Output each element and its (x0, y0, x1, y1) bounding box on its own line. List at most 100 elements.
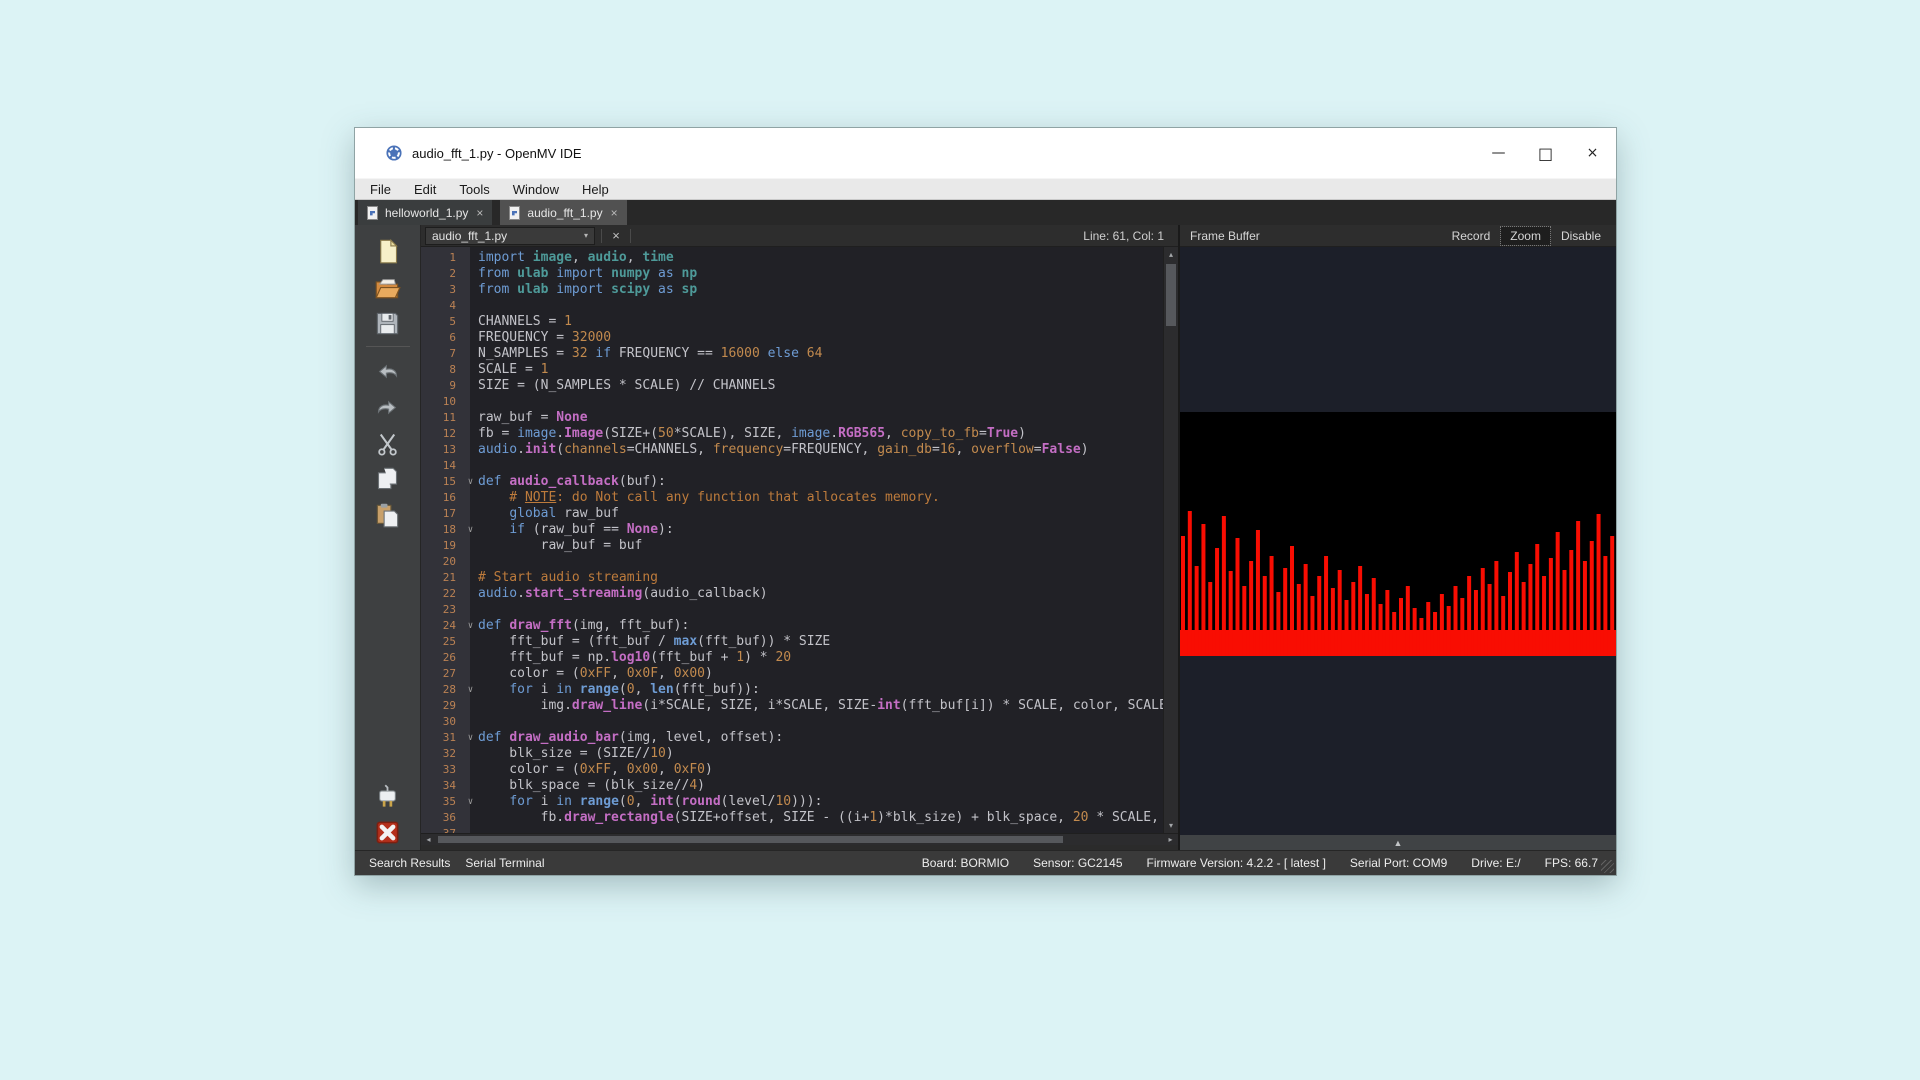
status-sensor: Sensor: GC2145 (1033, 856, 1122, 870)
frame-buffer-pane: Frame Buffer RecordZoomDisable ▲ (1180, 225, 1616, 850)
line-number: 6 (421, 330, 463, 346)
editor-pane: audio_fft_1.py ▾ × Line: 61, Col: 1 1imp… (421, 225, 1178, 850)
scroll-left-arrow[interactable]: ◂ (421, 834, 436, 845)
stop-button[interactable] (368, 814, 408, 850)
zoom-button[interactable]: Zoom (1501, 227, 1550, 245)
new-file-button[interactable] (368, 233, 408, 269)
tab-label: helloworld_1.py (385, 206, 468, 220)
tab-bar: helloworld_1.py×audio_fft_1.py× (355, 200, 1616, 225)
fold-marker-icon (463, 762, 478, 778)
paste-icon (374, 502, 401, 529)
code-text: blk_size = (SIZE//10) (478, 746, 674, 762)
copy-button[interactable] (368, 461, 408, 497)
code-text: CHANNELS = 1 (478, 314, 572, 330)
code-text: fb.draw_rectangle(SIZE+offset, SIZE - ((… (478, 810, 1159, 826)
file-selector-combo[interactable]: audio_fft_1.py ▾ (425, 227, 595, 245)
status-fps: FPS: 66.7 (1545, 856, 1598, 870)
status-firmware-version: Firmware Version: 4.2.2 - [ latest ] (1147, 856, 1326, 870)
vertical-scroll-thumb[interactable] (1166, 264, 1176, 326)
line-number: 10 (421, 394, 463, 410)
code-text: from ulab import scipy as sp (478, 282, 697, 298)
open-file-button[interactable] (368, 269, 408, 305)
save-file-button[interactable] (368, 305, 408, 341)
scroll-up-arrow[interactable]: ▴ (1164, 247, 1178, 262)
code-line: 1import image, audio, time (421, 250, 1163, 266)
record-button[interactable]: Record (1443, 227, 1500, 245)
horizontal-scroll-track[interactable] (436, 834, 1163, 845)
cut-icon (374, 430, 401, 457)
code-line: 28∨ for i in range(0, len(fft_buf)): (421, 682, 1163, 698)
undo-button[interactable] (368, 353, 408, 389)
editor-vertical-scrollbar[interactable]: ▴ ▾ (1163, 247, 1178, 833)
fold-marker-icon (463, 394, 478, 410)
fold-marker-icon (463, 282, 478, 298)
code-line: 20 (421, 554, 1163, 570)
vertical-scroll-track[interactable] (1164, 262, 1178, 818)
fold-marker-icon (463, 378, 478, 394)
close-button[interactable]: × (1569, 128, 1616, 178)
code-line: 25 fft_buf = (fft_buf / max(fft_buf)) * … (421, 634, 1163, 650)
disable-button[interactable]: Disable (1552, 227, 1610, 245)
fold-marker-icon[interactable]: ∨ (463, 522, 478, 538)
code-line: 14 (421, 458, 1163, 474)
status-serial-terminal[interactable]: Serial Terminal (465, 856, 544, 870)
code-line: 29 img.draw_line(i*SCALE, SIZE, i*SCALE,… (421, 698, 1163, 714)
fold-marker-icon[interactable]: ∨ (463, 730, 478, 746)
fold-marker-icon[interactable]: ∨ (463, 794, 478, 810)
fold-marker-icon[interactable]: ∨ (463, 474, 478, 490)
app-window: audio_fft_1.py - OpenMV IDE — □ × File Ed… (355, 128, 1616, 875)
cut-button[interactable] (368, 425, 408, 461)
status-right-group: Board: BORMIOSensor: GC2145Firmware Vers… (922, 856, 1598, 870)
code-area[interactable]: 1import image, audio, time2from ulab imp… (421, 247, 1163, 833)
code-text: if (raw_buf == None): (478, 522, 674, 538)
close-editor-button[interactable]: × (608, 228, 624, 243)
maximize-button[interactable]: □ (1522, 128, 1569, 178)
code-line: 36 fb.draw_rectangle(SIZE+offset, SIZE -… (421, 810, 1163, 826)
panel-expander[interactable]: ▲ (1180, 835, 1616, 850)
copy-icon (374, 466, 401, 493)
connect-button[interactable] (368, 778, 408, 814)
status-search-results[interactable]: Search Results (369, 856, 450, 870)
tab-audio_fft_1-py[interactable]: audio_fft_1.py× (500, 200, 626, 225)
tab-helloworld_1-py[interactable]: helloworld_1.py × (358, 200, 492, 225)
menu-item-window[interactable]: Window (510, 181, 562, 198)
code-text: global raw_buf (478, 506, 619, 522)
fft-image (1180, 412, 1616, 656)
fold-marker-icon (463, 410, 478, 426)
menu-item-help[interactable]: Help (579, 181, 612, 198)
paste-button[interactable] (368, 497, 408, 533)
code-text: fb = image.Image(SIZE+(50*SCALE), SIZE, … (478, 426, 1026, 442)
code-line: 6 FREQUENCY = 32000 (421, 330, 1163, 346)
scroll-down-arrow[interactable]: ▾ (1164, 818, 1178, 833)
minimize-button[interactable]: — (1475, 128, 1522, 178)
tab-close-icon[interactable]: × (611, 206, 618, 220)
code-line: 8SCALE = 1 (421, 362, 1163, 378)
fold-marker-icon (463, 298, 478, 314)
cursor-position: Line: 61, Col: 1 (1083, 229, 1164, 243)
line-number: 20 (421, 554, 463, 570)
line-number: 18 (421, 522, 463, 538)
menu-item-file[interactable]: File (367, 181, 394, 198)
editor-horizontal-scrollbar[interactable]: ◂ ▸ (421, 833, 1178, 845)
code-line: 7N_SAMPLES = 32 if FREQUENCY == 16000 el… (421, 346, 1163, 362)
line-number: 22 (421, 586, 463, 602)
menu-item-tools[interactable]: Tools (456, 181, 492, 198)
tab-close-icon[interactable]: × (476, 206, 483, 220)
code-text: FREQUENCY = 32000 (478, 330, 611, 346)
window-title: audio_fft_1.py - OpenMV IDE (412, 146, 582, 161)
code-text: for i in range(0, int(round(level/10))): (478, 794, 822, 810)
horizontal-scroll-thumb[interactable] (438, 836, 1063, 843)
code-text: def audio_callback(buf): (478, 474, 666, 490)
menu-item-edit[interactable]: Edit (411, 181, 439, 198)
fold-marker-icon[interactable]: ∨ (463, 682, 478, 698)
frame-buffer-title: Frame Buffer (1190, 229, 1441, 243)
line-number: 32 (421, 746, 463, 762)
scroll-right-arrow[interactable]: ▸ (1163, 834, 1178, 845)
resize-grip-icon[interactable] (1601, 860, 1614, 873)
frame-buffer-viewport (1180, 247, 1616, 835)
line-number: 17 (421, 506, 463, 522)
redo-button[interactable] (368, 389, 408, 425)
fold-marker-icon[interactable]: ∨ (463, 618, 478, 634)
line-number: 8 (421, 362, 463, 378)
code-text: def draw_fft(img, fft_buf): (478, 618, 689, 634)
